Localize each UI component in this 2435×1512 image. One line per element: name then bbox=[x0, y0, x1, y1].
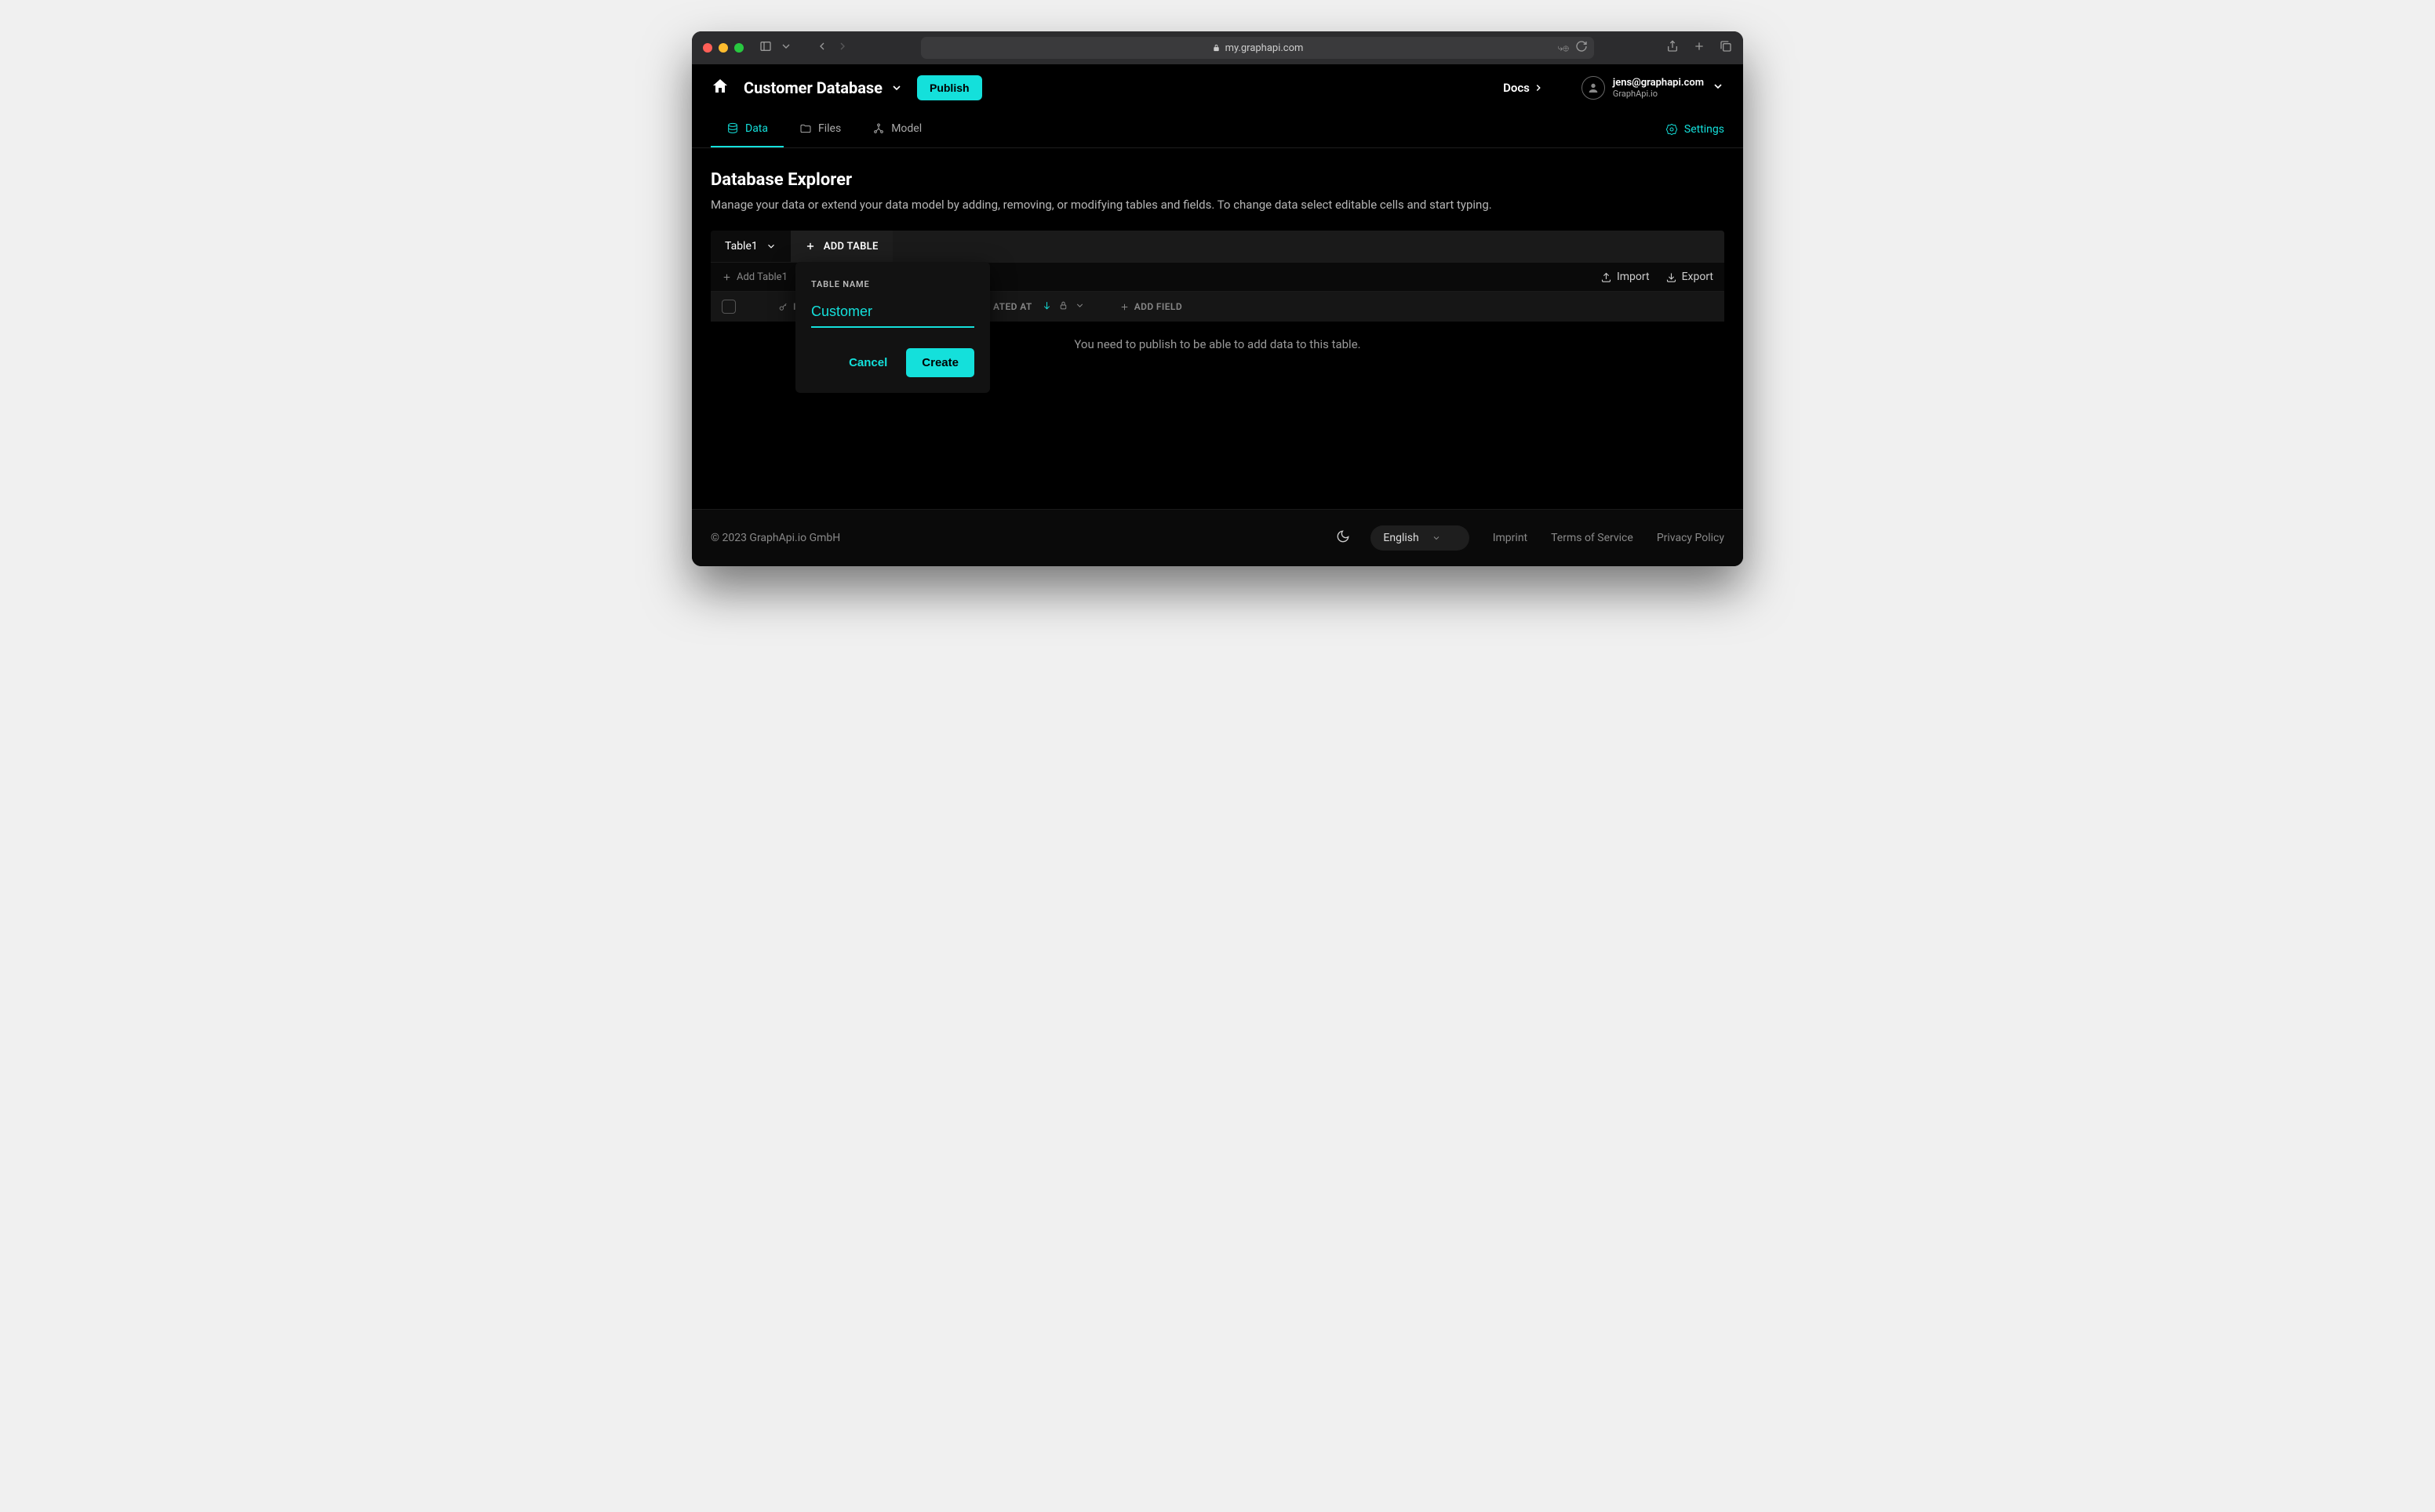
share-icon[interactable] bbox=[1666, 40, 1679, 56]
language-select[interactable]: English bbox=[1370, 525, 1469, 551]
import-label: Import bbox=[1617, 271, 1650, 283]
add-table-label: ADD TABLE bbox=[824, 241, 879, 253]
new-tab-icon[interactable] bbox=[1693, 40, 1705, 56]
column-updated-at[interactable]: ATED AT bbox=[993, 300, 1085, 313]
minimize-window-icon[interactable] bbox=[719, 43, 728, 53]
add-table-popover: TABLE NAME Cancel Create bbox=[795, 262, 990, 393]
maximize-window-icon[interactable] bbox=[734, 43, 744, 53]
plus-icon bbox=[805, 241, 816, 252]
reload-icon[interactable] bbox=[1575, 40, 1588, 56]
database-icon bbox=[726, 122, 739, 135]
chevron-down-icon bbox=[1432, 533, 1441, 543]
chevron-right-icon bbox=[1533, 82, 1544, 93]
chevron-down-icon[interactable] bbox=[1075, 300, 1085, 313]
chevron-down-icon[interactable] bbox=[780, 40, 792, 56]
url-text: my.graphapi.com bbox=[1225, 42, 1304, 54]
privacy-link[interactable]: Privacy Policy bbox=[1657, 532, 1724, 544]
user-menu[interactable]: jens@graphapi.com GraphApi.io bbox=[1581, 76, 1724, 100]
tab-data[interactable]: Data bbox=[711, 111, 784, 147]
traffic-lights bbox=[703, 43, 744, 53]
download-icon bbox=[1665, 271, 1677, 283]
export-label: Export bbox=[1682, 271, 1713, 283]
sidebar-toggle-icon[interactable] bbox=[759, 40, 772, 56]
settings-link[interactable]: Settings bbox=[1665, 112, 1724, 147]
add-table-button[interactable]: ADD TABLE bbox=[791, 231, 893, 262]
nav-back-icon[interactable] bbox=[816, 40, 828, 56]
export-button[interactable]: Export bbox=[1665, 271, 1713, 283]
home-icon[interactable] bbox=[711, 77, 730, 99]
page-title: Database Explorer bbox=[711, 170, 1724, 190]
add-field-label: ADD FIELD bbox=[1134, 301, 1182, 312]
main-content: Database Explorer Manage your data or ex… bbox=[692, 148, 1743, 509]
tabs-overview-icon[interactable] bbox=[1720, 40, 1732, 56]
lock-icon bbox=[1058, 300, 1068, 313]
folder-icon bbox=[799, 122, 812, 135]
lock-icon bbox=[1212, 44, 1221, 53]
app-header: Customer Database Publish Docs jens@grap… bbox=[692, 64, 1743, 111]
select-all-checkbox[interactable] bbox=[722, 300, 736, 314]
url-bar[interactable]: my.graphapi.com ⤷⊕ bbox=[921, 37, 1594, 59]
database-selector[interactable]: Customer Database bbox=[744, 78, 903, 97]
app-footer: © 2023 GraphApi.io GmbH English Imprint … bbox=[692, 509, 1743, 566]
nav-forward-icon[interactable] bbox=[836, 40, 849, 56]
theme-toggle[interactable] bbox=[1336, 529, 1350, 547]
gear-icon bbox=[1665, 123, 1678, 136]
browser-window: my.graphapi.com ⤷⊕ Customer Database Pub… bbox=[692, 31, 1743, 566]
translate-icon[interactable]: ⤷⊕ bbox=[1557, 42, 1569, 54]
upload-icon bbox=[1600, 271, 1612, 283]
browser-chrome: my.graphapi.com ⤷⊕ bbox=[692, 31, 1743, 64]
page-subtitle: Manage your data or extend your data mod… bbox=[711, 198, 1724, 212]
imprint-link[interactable]: Imprint bbox=[1493, 532, 1527, 544]
model-icon bbox=[872, 122, 885, 135]
table-tab-label: Table1 bbox=[725, 240, 758, 253]
avatar-icon bbox=[1581, 76, 1605, 100]
key-icon bbox=[778, 302, 788, 312]
docs-label: Docs bbox=[1503, 81, 1530, 95]
tab-files[interactable]: Files bbox=[784, 111, 857, 147]
add-row-label: Add Table1 bbox=[737, 271, 788, 283]
table-panel: Table1 ADD TABLE Add Table1 Import bbox=[711, 231, 1724, 383]
chevron-down-icon bbox=[890, 82, 903, 94]
popover-field-label: TABLE NAME bbox=[811, 279, 974, 289]
docs-link[interactable]: Docs bbox=[1503, 81, 1544, 95]
cancel-button[interactable]: Cancel bbox=[838, 348, 898, 377]
import-button[interactable]: Import bbox=[1600, 271, 1650, 283]
chevron-down-icon bbox=[766, 241, 777, 252]
strip-filler bbox=[893, 231, 1724, 262]
settings-label: Settings bbox=[1684, 123, 1724, 136]
table-name-input[interactable] bbox=[811, 300, 974, 328]
plus-icon bbox=[1119, 302, 1130, 312]
tab-files-label: Files bbox=[818, 122, 841, 135]
language-label: English bbox=[1383, 532, 1418, 544]
tab-data-label: Data bbox=[745, 122, 768, 135]
sort-desc-icon[interactable] bbox=[1042, 300, 1052, 313]
user-org: GraphApi.io bbox=[1613, 89, 1704, 99]
chevron-down-icon bbox=[1712, 80, 1724, 96]
moon-icon bbox=[1336, 529, 1350, 543]
column-updated-label: ATED AT bbox=[993, 301, 1032, 312]
publish-button[interactable]: Publish bbox=[917, 75, 982, 100]
plus-icon bbox=[722, 272, 732, 282]
tab-model[interactable]: Model bbox=[857, 111, 937, 147]
nav-tabs: Data Files Model Settings bbox=[692, 111, 1743, 148]
add-row-button[interactable]: Add Table1 bbox=[722, 271, 788, 283]
user-email: jens@graphapi.com bbox=[1613, 77, 1704, 89]
copyright: © 2023 GraphApi.io GmbH bbox=[711, 532, 840, 544]
add-field-button[interactable]: ADD FIELD bbox=[1119, 301, 1182, 312]
table-tab-strip: Table1 ADD TABLE bbox=[711, 231, 1724, 262]
table-tab-table1[interactable]: Table1 bbox=[711, 231, 791, 262]
create-button[interactable]: Create bbox=[906, 348, 974, 377]
database-name: Customer Database bbox=[744, 78, 883, 97]
terms-link[interactable]: Terms of Service bbox=[1551, 532, 1633, 544]
tab-model-label: Model bbox=[891, 122, 922, 135]
close-window-icon[interactable] bbox=[703, 43, 712, 53]
